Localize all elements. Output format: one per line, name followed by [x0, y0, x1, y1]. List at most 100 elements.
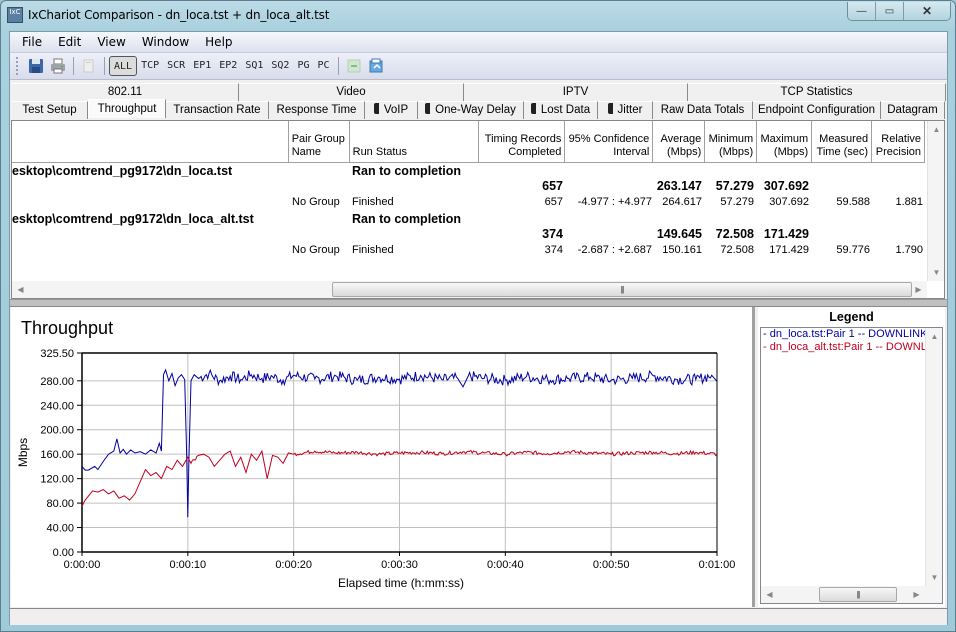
app-window: IxC IxChariot Comparison - dn_loca.tst +… [0, 0, 956, 632]
scroll-up-arrow-icon[interactable]: ▲ [926, 328, 942, 345]
filter-ep1-button[interactable]: EP1 [189, 56, 215, 76]
menu-file[interactable]: File [14, 35, 50, 49]
tab-group-video[interactable]: Video [239, 83, 464, 101]
y-tick-label: 80.00 [46, 498, 74, 510]
col-header-minimum[interactable]: Minimum (Mbps) [705, 121, 758, 163]
chart-title: Throughput [21, 318, 113, 338]
table-horizontal-scrollbar[interactable]: ◀ ||| ▶ [12, 281, 927, 298]
col-header-relative-precision[interactable]: Relative Precision [872, 121, 926, 163]
scroll-down-arrow-icon[interactable]: ▼ [928, 264, 945, 281]
scroll-up-arrow-icon[interactable]: ▲ [928, 121, 945, 138]
results-table: Pair Group Name Run Status Timing Records… [11, 120, 945, 299]
menu-edit[interactable]: Edit [50, 35, 89, 49]
legend-item-dn-loca[interactable]: - dn_loca.tst:Pair 1 -- DOWNLINK [761, 328, 942, 341]
tab-jitter-label: Jitter [617, 104, 643, 116]
scroll-left-arrow-icon[interactable]: ◀ [761, 586, 778, 603]
tab-response-time[interactable]: Response Time [269, 101, 365, 119]
minimum-mbps: 57.279 [715, 179, 754, 193]
minimum-mbps: 57.279 [720, 196, 754, 208]
table-row-pair[interactable]: No Group Finished 374 -2.687 : +2.687 15… [12, 242, 925, 258]
legend-item-label: dn_loca_alt.tst:Pair 1 -- DOWNLINK [769, 341, 943, 353]
scroll-left-arrow-icon[interactable]: ◀ [12, 281, 29, 298]
pair-group-name: No Group [292, 244, 340, 256]
filter-ep2-button[interactable]: EP2 [215, 56, 241, 76]
minimum-mbps: 72.508 [720, 244, 754, 256]
col-header-timing-records[interactable]: Timing Records Completed [479, 121, 566, 163]
tab-one-way-delay-label: One-Way Delay [435, 104, 516, 116]
refresh-icon[interactable] [343, 55, 365, 77]
scroll-right-arrow-icon[interactable]: ▶ [908, 586, 925, 603]
col-header-average[interactable]: Average (Mbps) [653, 121, 706, 163]
legend-vertical-scrollbar[interactable]: ▲ ▼ [925, 328, 942, 586]
export-icon[interactable] [365, 55, 387, 77]
filter-scr-button[interactable]: SCR [163, 56, 189, 76]
y-tick-label: 240.00 [40, 400, 74, 412]
scrollbar-thumb[interactable]: ||| [332, 282, 912, 297]
col-header-test[interactable] [12, 121, 289, 163]
average-mbps: 149.645 [656, 227, 702, 241]
chart-pane: Throughput 0.00 40.00 80.00 120.00 160.00 200… [11, 307, 755, 607]
filter-sq2-button[interactable]: SQ2 [267, 56, 293, 76]
table-row-pair[interactable]: No Group Finished 657 -4.977 : +4.977 26… [12, 194, 925, 210]
legend-horizontal-scrollbar[interactable]: ◀ ||| ▶ [761, 586, 942, 603]
tab-jitter[interactable]: Jitter [598, 101, 653, 119]
pane-splitter[interactable] [10, 299, 947, 307]
tab-lost-data[interactable]: Lost Data [524, 101, 598, 119]
tab-transaction-rate[interactable]: Transaction Rate [166, 101, 269, 119]
tab-group-tcp-statistics[interactable]: TCP Statistics [688, 83, 946, 101]
table-row-test[interactable]: esktop\comtrend_pg9172\dn_loca_alt.tst R… [12, 211, 925, 227]
x-tick-label: 0:00:40 [487, 559, 524, 571]
tab-row: Test Setup Throughput Transaction Rate R… [12, 99, 945, 119]
print-icon[interactable] [47, 55, 69, 77]
scrollbar-thumb[interactable]: ||| [819, 587, 897, 602]
scroll-down-arrow-icon[interactable]: ▼ [926, 569, 942, 586]
maximize-button[interactable]: ▭ [876, 2, 904, 20]
phone-icon [373, 103, 379, 114]
tab-endpoint-configuration[interactable]: Endpoint Configuration [753, 101, 881, 119]
tab-datagram[interactable]: Datagram [881, 101, 945, 119]
table-row-summary[interactable]: 657 263.147 57.279 307.692 [12, 178, 925, 194]
title-bar[interactable]: IxC IxChariot Comparison - dn_loca.tst +… [1, 1, 955, 31]
confidence-interval: -2.687 : +2.687 [577, 244, 652, 256]
col-header-pair-group[interactable]: Pair Group Name [289, 121, 350, 163]
tab-group-iptv[interactable]: IPTV [464, 83, 688, 101]
y-tick-label: 280.00 [40, 376, 74, 388]
minimize-button[interactable]: — [848, 2, 876, 20]
menu-view[interactable]: View [89, 35, 133, 49]
throughput-chart: Throughput 0.00 40.00 80.00 120.00 160.00 200… [16, 318, 736, 590]
tab-one-way-delay[interactable]: One-Way Delay [418, 101, 524, 119]
y-tick-label: 200.00 [40, 425, 74, 437]
tab-voip[interactable]: VoIP [365, 101, 418, 119]
test-file-name: esktop\comtrend_pg9172\dn_loca.tst [12, 164, 233, 178]
x-axis-label: Elapsed time (h:mm:ss) [338, 576, 464, 590]
legend-title: Legend [829, 310, 874, 324]
tab-raw-data-totals[interactable]: Raw Data Totals [653, 101, 753, 119]
legend-list: - dn_loca.tst:Pair 1 -- DOWNLINK - dn_lo… [760, 327, 943, 604]
tab-test-setup[interactable]: Test Setup [12, 101, 88, 119]
col-header-measured-time[interactable]: Measured Time (sec) [812, 121, 873, 163]
scroll-right-arrow-icon[interactable]: ▶ [910, 281, 927, 298]
filter-tcp-button[interactable]: TCP [137, 56, 163, 76]
filter-pc-button[interactable]: PC [313, 56, 333, 76]
legend-item-dn-loca-alt[interactable]: - dn_loca_alt.tst:Pair 1 -- DOWNLINK [761, 341, 942, 354]
col-header-confidence-interval[interactable]: 95% Confidence Interval [565, 121, 654, 163]
toolbar-grip[interactable] [16, 57, 19, 75]
filter-all-button[interactable]: ALL [109, 56, 138, 76]
copy-icon[interactable] [78, 55, 100, 77]
close-button[interactable]: ✕ [904, 2, 950, 20]
table-row-summary[interactable]: 374 149.645 72.508 171.429 [12, 226, 925, 242]
filter-pg-button[interactable]: PG [293, 56, 313, 76]
average-mbps: 264.617 [662, 196, 702, 208]
save-icon[interactable] [25, 55, 47, 77]
col-header-maximum[interactable]: Maximum (Mbps) [757, 121, 813, 163]
table-vertical-scrollbar[interactable]: ▲ ▼ [927, 121, 944, 281]
filter-sq1-button[interactable]: SQ1 [241, 56, 267, 76]
menu-help[interactable]: Help [197, 35, 240, 49]
menu-window[interactable]: Window [134, 35, 197, 49]
col-header-run-status[interactable]: Run Status [350, 121, 480, 163]
timing-records: 374 [544, 244, 563, 256]
maximum-mbps: 307.692 [763, 179, 809, 193]
table-row-test[interactable]: esktop\comtrend_pg9172\dn_loca.tst Ran t… [12, 163, 925, 179]
x-tick-labels: 0:00:00 0:00:10 0:00:20 0:00:30 0:00:40 0:00:… [64, 559, 736, 571]
tab-throughput[interactable]: Throughput [88, 99, 166, 118]
